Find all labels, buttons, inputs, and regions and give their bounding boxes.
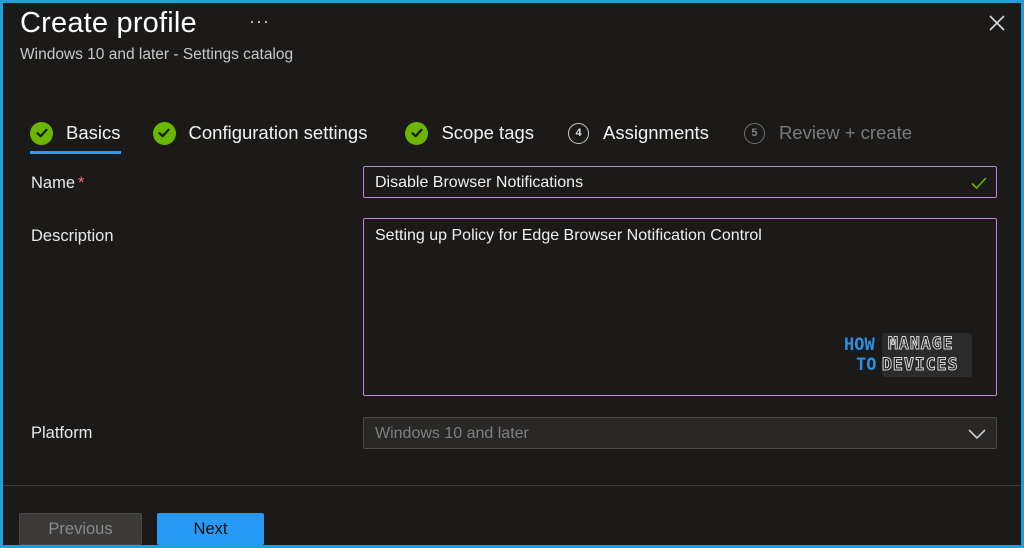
wizard-steps: Basics Configuration settings Scope tags… (30, 113, 913, 154)
step-label: Basics (66, 122, 121, 143)
logo-manage: MANAGE (888, 334, 954, 354)
previous-button[interactable]: Previous (19, 513, 142, 545)
page-subtitle: Windows 10 and later - Settings catalog (20, 46, 294, 63)
create-profile-panel: Create profile ··· Windows 10 and later … (3, 3, 1021, 545)
step-label: Assignments (603, 122, 709, 143)
page-title: Create profile (20, 7, 197, 39)
check-circle-icon (405, 121, 429, 145)
logo-how: HOW (844, 335, 875, 355)
name-value: Disable Browser Notifications (375, 174, 584, 191)
tab-scope-tags[interactable]: Scope tags (405, 115, 534, 151)
step-label: Review + create (778, 122, 913, 143)
description-value: Setting up Policy for Edge Browser Notif… (375, 227, 762, 244)
step-label: Scope tags (441, 122, 535, 143)
tab-basics[interactable]: Basics (30, 115, 121, 154)
description-field[interactable]: Setting up Policy for Edge Browser Notif… (363, 218, 997, 396)
tab-assignments[interactable]: 4 Assignments (568, 115, 709, 151)
name-label: Name * (31, 174, 85, 192)
chevron-down-icon (968, 429, 986, 440)
step-number-badge: 4 (568, 122, 590, 144)
platform-label: Platform (31, 424, 93, 442)
close-icon[interactable] (987, 13, 1007, 33)
step-label: Configuration settings (188, 122, 368, 143)
next-button[interactable]: Next (157, 513, 264, 545)
platform-dropdown[interactable]: Windows 10 and later (363, 417, 997, 449)
step-number-badge: 5 (743, 122, 765, 144)
footer-divider (3, 485, 1021, 486)
tab-configuration-settings[interactable]: Configuration settings (152, 115, 368, 151)
more-options-icon[interactable]: ··· (249, 11, 270, 32)
logo-devices: DEVICES (882, 355, 959, 375)
watermark-logo: HOW TO MANAGE DEVICES (842, 331, 974, 383)
check-circle-icon (30, 121, 53, 145)
logo-to: TO (856, 355, 877, 375)
description-label: Description (31, 227, 114, 245)
platform-value: Windows 10 and later (375, 425, 529, 442)
checkmark-icon (971, 177, 987, 190)
required-asterisk: * (78, 174, 85, 192)
check-circle-icon (152, 121, 176, 145)
name-field[interactable]: Disable Browser Notifications (363, 166, 997, 198)
tab-review-create[interactable]: 5 Review + create (743, 115, 913, 151)
